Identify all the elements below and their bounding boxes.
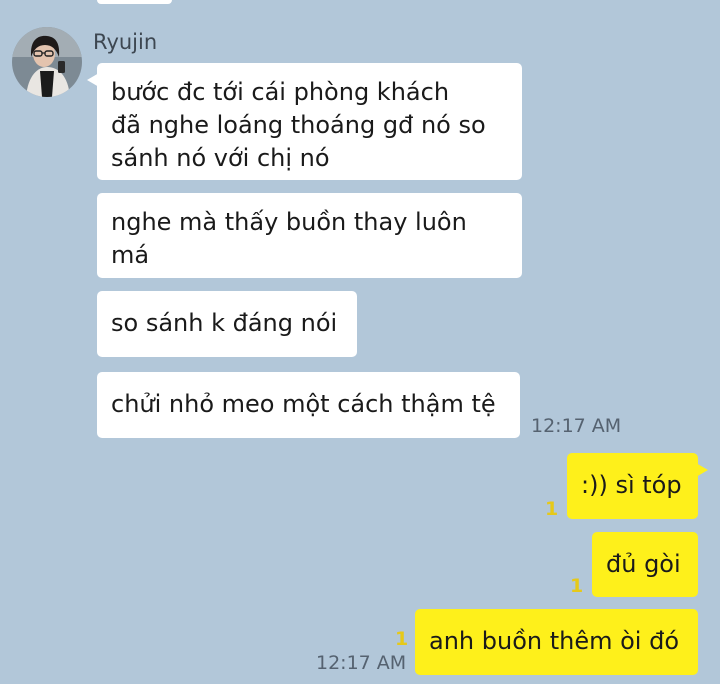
message-line: sánh nó với chị nó [111, 144, 330, 172]
outgoing-message[interactable]: :)) sì tóp [567, 453, 708, 519]
incoming-message[interactable]: nghe mà thấy buồn thay luôn má [97, 193, 522, 278]
message-line: :)) sì tóp [581, 471, 682, 499]
outgoing-message[interactable]: đủ gòi [592, 532, 698, 597]
message-line: nghe mà thấy buồn thay luôn [111, 208, 467, 236]
incoming-message[interactable]: chửi nhỏ meo một cách thậm tệ [97, 372, 520, 438]
message-line: má [111, 241, 150, 269]
message-line: đã nghe loáng thoáng gđ nó so [111, 111, 486, 139]
message-line: chửi nhỏ meo một cách thậm tệ [111, 390, 496, 418]
unread-count: 1 [570, 575, 584, 597]
sender-avatar[interactable] [12, 27, 82, 97]
message-line: bước đc tới cái phòng khách [111, 78, 450, 106]
incoming-timestamp: 12:17 AM [531, 415, 622, 437]
incoming-message[interactable]: bước đc tới cái phòng khách đã nghe loán… [87, 63, 522, 180]
sender-name: Ryujin [93, 30, 158, 54]
unread-count: 1 [545, 498, 559, 520]
outgoing-message[interactable]: anh buồn thêm òi đó [415, 609, 698, 675]
outgoing-timestamp: 12:17 AM [316, 652, 407, 674]
message-line: đủ gòi [606, 550, 681, 578]
avatar-photo-icon [12, 27, 82, 97]
unread-count: 1 [395, 628, 409, 650]
previous-message-bubble [97, 0, 172, 4]
incoming-message[interactable]: so sánh k đáng nói [97, 291, 357, 357]
message-line: so sánh k đáng nói [111, 309, 338, 337]
message-line: anh buồn thêm òi đó [429, 627, 680, 655]
